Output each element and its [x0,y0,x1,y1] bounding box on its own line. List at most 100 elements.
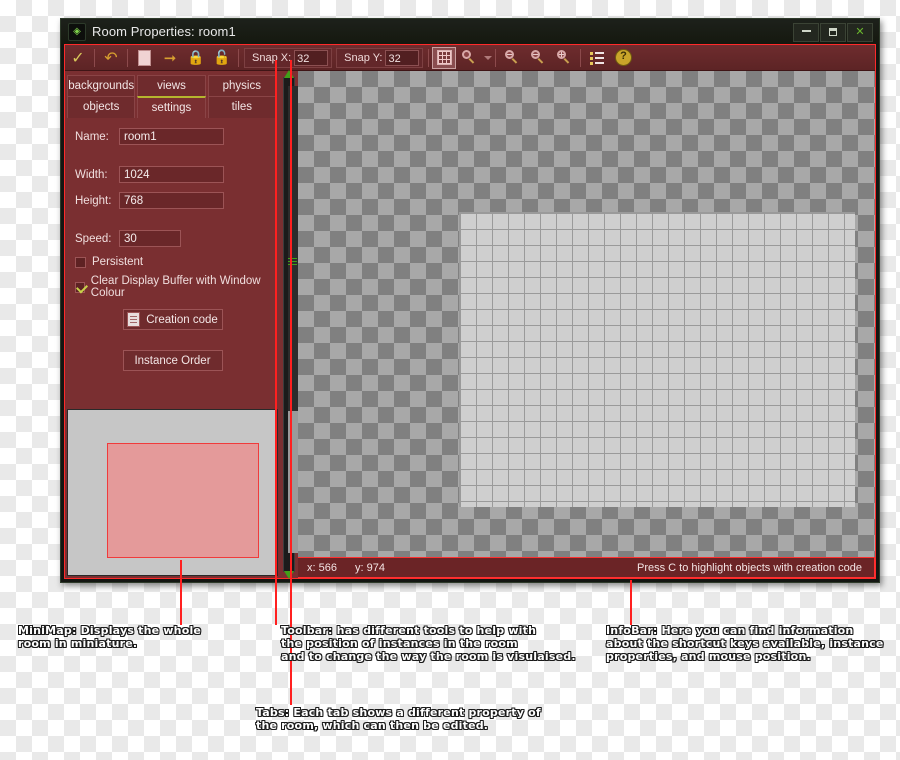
magnifier-icon [461,50,477,65]
toolbar-separator [428,48,430,67]
snap-x-group: Snap X: 32 [244,47,333,68]
tab-label: settings [151,102,192,114]
caption-toolbar: Toolbar: has different tools to help wit… [281,624,576,664]
mouse-x-readout: x: 566 [307,561,337,574]
persistent-row[interactable]: Persistent [75,256,270,268]
height-input[interactable]: 768 [119,192,224,209]
list-icon [590,51,605,65]
annotation-line-minimap [180,560,182,625]
maximize-button[interactable] [820,23,846,42]
tab-tiles[interactable]: tiles [207,96,276,118]
infobar: x: 566 y: 974 Press C to highlight objec… [298,557,875,578]
height-label: Height: [75,194,112,207]
tab-settings[interactable]: settings [137,96,206,118]
caption-infobar: InfoBar: Here you can find information a… [606,624,884,664]
help-button[interactable]: ? [610,46,636,70]
tab-backgrounds[interactable]: backgrounds [67,75,136,96]
room-toolbar: ✓ ↶ ➞ 🔒 🔓 Snap X: 32 Snap Y: 32 ? [65,45,875,71]
window-title: Room Properties: room1 [92,24,236,39]
shift-right-arrow-icon[interactable]: ➞ [157,46,183,70]
room-grid-area[interactable] [459,212,855,507]
width-field-row: Width: 1024 [75,166,270,183]
annotation-line-toolbar [275,60,277,625]
room-properties-panel: backgrounds views physics objects settin… [65,71,280,578]
object-list-button[interactable] [584,46,610,70]
confirm-check-icon[interactable]: ✓ [65,46,91,70]
creation-code-label: Creation code [146,313,218,326]
tab-strip: backgrounds views physics objects settin… [65,71,280,118]
zoom-in-icon [556,50,572,65]
clear-buffer-label: Clear Display Buffer with Window Colour [90,275,261,299]
instance-order-label: Instance Order [134,354,211,367]
width-label: Width: [75,168,108,181]
name-input[interactable]: room1 [119,128,224,145]
page-glyph [137,49,151,66]
lock-open-icon[interactable]: 🔓 [209,46,235,70]
tab-label: physics [222,80,261,92]
name-label: Name: [75,130,109,143]
panel-splitter[interactable] [280,70,298,579]
settings-form: Name: room1 Width: 1024 Height: 768 Spee… [65,118,280,371]
undo-arrow-icon[interactable]: ↶ [98,46,124,70]
minimize-icon [801,30,811,32]
tab-label: tiles [231,101,253,113]
statusbar-hint: Press C to highlight objects with creati… [636,561,862,574]
maximize-icon [829,28,837,36]
speed-label: Speed: [75,232,112,245]
zoom-in-button[interactable] [551,46,577,70]
caption-tabs: Tabs: Each tab shows a different propert… [256,706,542,733]
close-button[interactable]: ✕ [847,23,873,42]
clear-page-icon[interactable] [131,46,157,70]
tab-views[interactable]: views [137,75,206,96]
window-buttons: ✕ [793,23,873,42]
window-titlebar[interactable]: ◈ Room Properties: room1 ✕ [61,19,879,44]
lock-closed-icon[interactable]: 🔒 [183,46,209,70]
snap-y-input[interactable]: 32 [385,49,420,66]
document-icon [127,312,141,327]
minimap-room-rect[interactable] [107,443,259,558]
toolbar-separator [495,48,497,67]
annotation-line-infobar [630,580,632,625]
snap-x-input[interactable]: 32 [294,49,329,66]
room-properties-window: ◈ Room Properties: room1 ✕ ✓ ↶ ➞ 🔒 🔓 Sna… [60,18,880,583]
gamemaker-icon: ◈ [68,22,86,41]
tab-objects[interactable]: objects [67,96,136,118]
clear-buffer-checkbox[interactable] [75,281,85,293]
tab-label: backgrounds [68,80,135,92]
zoom-reset-button[interactable] [525,46,551,70]
persistent-label: Persistent [92,256,144,268]
toolbar-separator [580,48,582,67]
scroll-down-arrow-icon[interactable] [284,571,294,579]
annotation-line-tabs [290,60,292,705]
tab-row-1: backgrounds views physics [67,75,278,96]
caption-minimap: MiniMap: Displays the whole room in mini… [18,624,202,651]
creation-code-button[interactable]: Creation code [122,309,223,330]
grid-icon [436,50,452,65]
clear-buffer-row[interactable]: Clear Display Buffer with Window Colour [75,275,270,299]
minimize-button[interactable] [793,23,819,42]
toolbar-separator [127,48,128,67]
zoom-reset-icon [530,50,546,65]
speed-field-row: Speed: 30 [75,230,270,247]
width-input[interactable]: 1024 [119,166,224,183]
tab-label: views [157,80,186,92]
minimap[interactable] [67,409,278,576]
grid-toggle-button[interactable] [432,46,457,69]
snap-y-label: Snap Y: [344,51,383,64]
snap-y-group: Snap Y: 32 [336,47,424,68]
tab-row-2: objects settings tiles [67,96,278,118]
room-canvas[interactable]: x: 566 y: 974 Press C to highlight objec… [298,71,875,578]
splitter-track[interactable] [283,77,298,572]
grid-zoom-button[interactable] [456,46,482,70]
help-icon: ? [614,49,632,66]
instance-order-button[interactable]: Instance Order [122,350,223,371]
zoom-out-button[interactable] [499,46,525,70]
scroll-up-arrow-icon[interactable] [284,70,294,78]
persistent-checkbox[interactable] [75,256,86,268]
window-client-area: ✓ ↶ ➞ 🔒 🔓 Snap X: 32 Snap Y: 32 ? backgr… [64,44,876,579]
tab-physics[interactable]: physics [207,75,276,96]
speed-input[interactable]: 30 [119,230,181,247]
chevron-down-icon[interactable] [484,55,493,60]
toolbar-separator [94,48,95,67]
